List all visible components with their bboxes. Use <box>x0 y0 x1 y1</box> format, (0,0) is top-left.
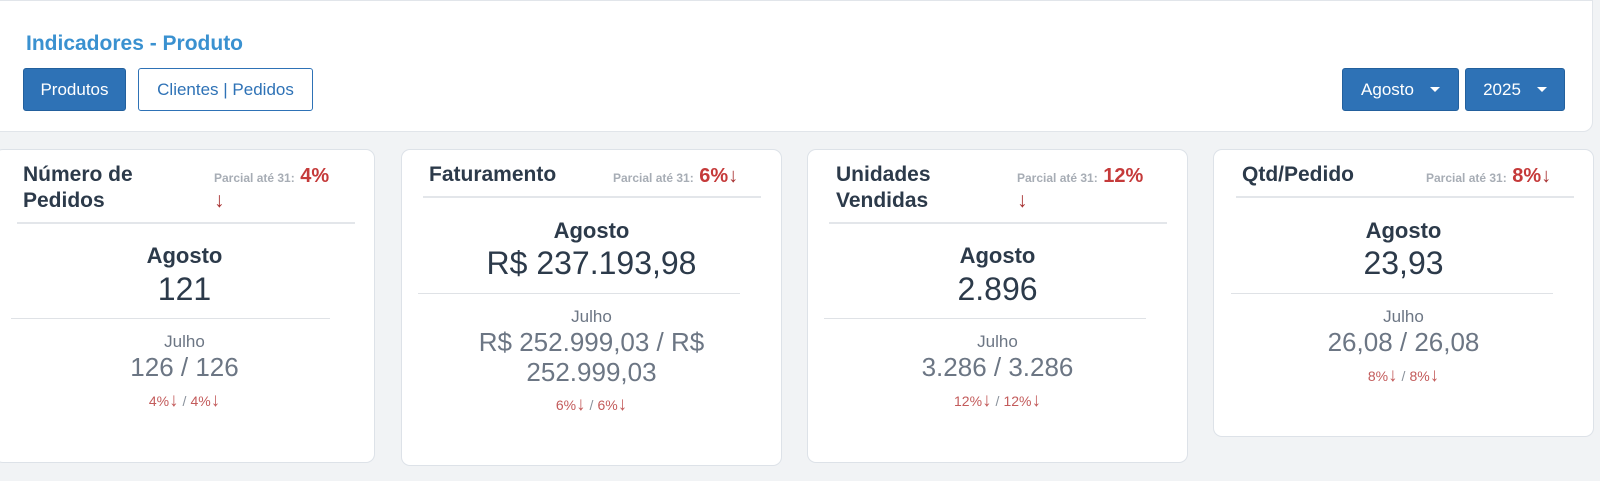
current-month-label: Agosto <box>146 243 223 268</box>
current-value: R$ 237.193,98 <box>486 245 697 281</box>
arrow-down-icon: ↓ <box>210 390 221 411</box>
card-title: Faturamento <box>429 163 557 186</box>
card-unidades-vendidas: Unidades Vendidas Parcial até 31: 12% ↓ A… <box>807 149 1188 463</box>
previous-value: R$ 252.999,03 / R$ 252.999,03 <box>478 327 705 387</box>
variation-row: 12%↓/12%↓ <box>808 391 1187 411</box>
previous-value: 26,08 / 26,08 <box>1327 327 1480 357</box>
arrow-down-icon: ↓ <box>1429 365 1440 386</box>
arrow-down-icon: ↓ <box>982 390 992 411</box>
card-title: Número de Pedidos <box>23 163 133 212</box>
current-month-label: Agosto <box>553 218 630 243</box>
divider <box>423 196 761 198</box>
variation-separator: / <box>995 393 1000 409</box>
divider <box>1236 196 1574 198</box>
year-select-label: 2025 <box>1483 79 1521 99</box>
partial-indicator: Parcial até 31: 8%↓ <box>1426 165 1552 187</box>
variation-row: 8%↓/8%↓ <box>1214 366 1593 386</box>
variation-separator: / <box>589 397 594 413</box>
tab-produtos[interactable]: Produtos <box>23 68 126 111</box>
current-month-label: Agosto <box>959 243 1036 268</box>
variation-separator: / <box>182 393 187 409</box>
variation-2: 4% <box>190 393 211 409</box>
previous-month-label: Julho <box>977 332 1018 351</box>
card-qtd-pedido: Qtd/Pedido Parcial até 31: 8%↓ Agosto 23… <box>1213 149 1594 437</box>
year-select[interactable]: 2025 <box>1465 68 1565 111</box>
month-select[interactable]: Agosto <box>1342 68 1459 111</box>
current-value: 121 <box>157 271 212 307</box>
previous-month-label: Julho <box>1383 307 1424 326</box>
month-select-label: Agosto <box>1361 79 1414 99</box>
previous-month-label: Julho <box>164 332 205 351</box>
card-title: Qtd/Pedido <box>1242 163 1354 186</box>
tab-clientes-pedidos[interactable]: Clientes | Pedidos <box>138 68 313 111</box>
divider <box>824 318 1146 319</box>
previous-month-label: Julho <box>571 307 612 326</box>
variation-2: 8% <box>1409 368 1430 384</box>
partial-indicator: Parcial até 31: 12% <box>1017 165 1144 187</box>
arrow-down-icon: ↓ <box>1541 165 1552 187</box>
variation-1: 8% <box>1367 368 1389 384</box>
partial-indicator: Parcial até 31: 6%↓ <box>613 165 739 187</box>
divider <box>418 293 740 294</box>
caret-down-icon <box>1536 87 1547 92</box>
arrow-down-icon: ↓ <box>1031 390 1041 411</box>
arrow-down-icon: ↓ <box>728 165 739 187</box>
arrow-down-icon: ↓ <box>1388 365 1398 386</box>
arrow-down-icon: ↓ <box>576 394 586 415</box>
variation-2: 12% <box>1003 393 1032 409</box>
current-value: 23,93 <box>1363 245 1444 281</box>
partial-indicator: Parcial até 31: 4% <box>214 165 330 187</box>
card-title: Unidades Vendidas <box>836 163 931 212</box>
variation-row: 4%↓/4%↓ <box>0 391 374 411</box>
variation-1: 4% <box>148 393 170 409</box>
variation-2: 6% <box>597 397 618 413</box>
filter-panel <box>0 0 1593 132</box>
divider <box>17 222 355 224</box>
variation-1: 6% <box>555 397 577 413</box>
caret-down-icon <box>1429 87 1440 92</box>
card-faturamento: Faturamento Parcial até 31: 6%↓ Agosto R… <box>401 149 782 466</box>
divider <box>11 318 330 319</box>
variation-row: 6%↓/6%↓ <box>402 395 781 415</box>
current-value: 2.896 <box>957 271 1038 307</box>
arrow-down-icon: ↓ <box>1017 189 1028 212</box>
divider <box>829 222 1167 224</box>
previous-value: 3.286 / 3.286 <box>921 352 1074 382</box>
arrow-down-icon: ↓ <box>169 390 179 411</box>
arrow-down-icon: ↓ <box>214 189 225 212</box>
variation-1: 12% <box>954 393 983 409</box>
previous-value: 126 / 126 <box>130 352 239 382</box>
card-numero-pedidos: Número de Pedidos Parcial até 31: 4% ↓ Ag… <box>0 149 375 463</box>
divider <box>1231 293 1553 294</box>
arrow-down-icon: ↓ <box>617 394 628 415</box>
page-title: Indicadores - Produto <box>26 32 244 55</box>
current-month-label: Agosto <box>1365 218 1442 243</box>
variation-separator: / <box>1401 368 1406 384</box>
